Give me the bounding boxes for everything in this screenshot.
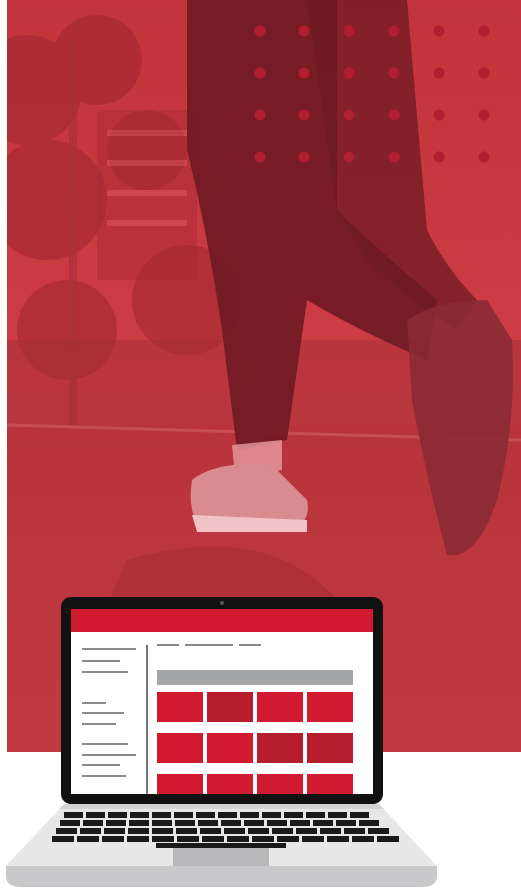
sidebar-line <box>82 723 116 725</box>
keyboard-key <box>277 836 299 842</box>
keyboard-key <box>176 828 197 834</box>
breadcrumb-line <box>185 644 233 646</box>
keyboard-key <box>252 836 274 842</box>
keyboard-key <box>272 828 293 834</box>
breadcrumb-line <box>157 644 179 646</box>
keyboard-key <box>198 820 218 826</box>
keyboard-key <box>106 820 126 826</box>
content-header-bar <box>157 670 353 685</box>
screen-tile <box>307 774 353 794</box>
sidebar-line <box>82 671 128 673</box>
screen-header-bar <box>71 609 373 632</box>
screen-tile <box>207 733 253 763</box>
keyboard-key <box>174 812 193 818</box>
keyboard-key <box>290 820 310 826</box>
keyboard-key <box>328 812 347 818</box>
keyboard-key <box>368 828 389 834</box>
keyboard-key <box>224 828 245 834</box>
keyboard-key <box>152 820 172 826</box>
keyboard-key <box>267 820 287 826</box>
screen-content <box>157 632 367 794</box>
keyboard-key <box>77 836 99 842</box>
keyboard-key <box>227 836 249 842</box>
screen-tile <box>207 692 253 722</box>
laptop-screen <box>71 609 373 794</box>
keyboard-key <box>104 828 125 834</box>
keyboard-key <box>128 828 149 834</box>
keyboard-key <box>83 820 103 826</box>
keyboard-key <box>202 836 224 842</box>
keyboard-key <box>56 828 77 834</box>
sidebar-line <box>82 754 136 756</box>
keyboard-key <box>152 812 171 818</box>
sidebar-line <box>82 660 120 662</box>
screen-tile <box>157 692 203 722</box>
laptop-illustration <box>0 594 521 894</box>
keyboard-key <box>52 836 74 842</box>
keyboard-key <box>60 820 80 826</box>
keyboard-key <box>296 828 317 834</box>
keyboard-key <box>200 828 221 834</box>
keyboard-key <box>327 836 349 842</box>
keyboard-key <box>108 812 127 818</box>
keyboard-key <box>244 820 264 826</box>
sidebar-line <box>82 764 120 766</box>
laptop-base <box>6 804 437 887</box>
screen-tile <box>157 733 203 763</box>
laptop-lid <box>61 597 383 804</box>
keyboard-key <box>306 812 325 818</box>
keyboard-key <box>196 812 215 818</box>
keyboard-key <box>218 812 237 818</box>
sidebar-line <box>82 702 106 704</box>
keyboard-key <box>129 820 149 826</box>
screen-sidebar <box>71 632 147 794</box>
keyboard-key <box>127 836 149 842</box>
screen-tile <box>257 692 303 722</box>
keyboard-key <box>175 820 195 826</box>
keyboard-key <box>130 812 149 818</box>
keyboard-key <box>248 828 269 834</box>
keyboard-key <box>302 836 324 842</box>
keyboard-key <box>86 812 105 818</box>
camera-icon <box>220 601 224 605</box>
trackpad <box>173 848 269 866</box>
keyboard-key <box>352 836 374 842</box>
screen-tile <box>257 733 303 763</box>
keyboard-key <box>102 836 124 842</box>
keyboard-key <box>152 836 174 842</box>
keyboard-key <box>336 820 356 826</box>
keyboard-key <box>240 812 259 818</box>
keyboard-key <box>177 836 199 842</box>
building <box>97 110 197 280</box>
keyboard-key <box>313 820 333 826</box>
breadcrumb-line <box>239 644 261 646</box>
screen-tile <box>307 733 353 763</box>
sidebar-line <box>82 775 126 777</box>
keyboard-key <box>344 828 365 834</box>
screen-tile <box>207 774 253 794</box>
sidebar-line <box>82 743 128 745</box>
sidebar-divider <box>146 645 148 794</box>
sidebar-line <box>82 712 124 714</box>
keyboard-key <box>80 828 101 834</box>
screen-tile <box>157 774 203 794</box>
screen-tile <box>307 692 353 722</box>
keyboard-key <box>262 812 281 818</box>
keyboard-key <box>284 812 303 818</box>
sidebar-line <box>82 648 136 650</box>
screen-tile <box>257 774 303 794</box>
keyboard-key <box>221 820 241 826</box>
keyboard-key <box>359 820 379 826</box>
keyboard-key <box>377 836 399 842</box>
keyboard-key <box>152 828 173 834</box>
keyboard-key <box>320 828 341 834</box>
keyboard-key <box>64 812 83 818</box>
keyboard-key <box>350 812 369 818</box>
